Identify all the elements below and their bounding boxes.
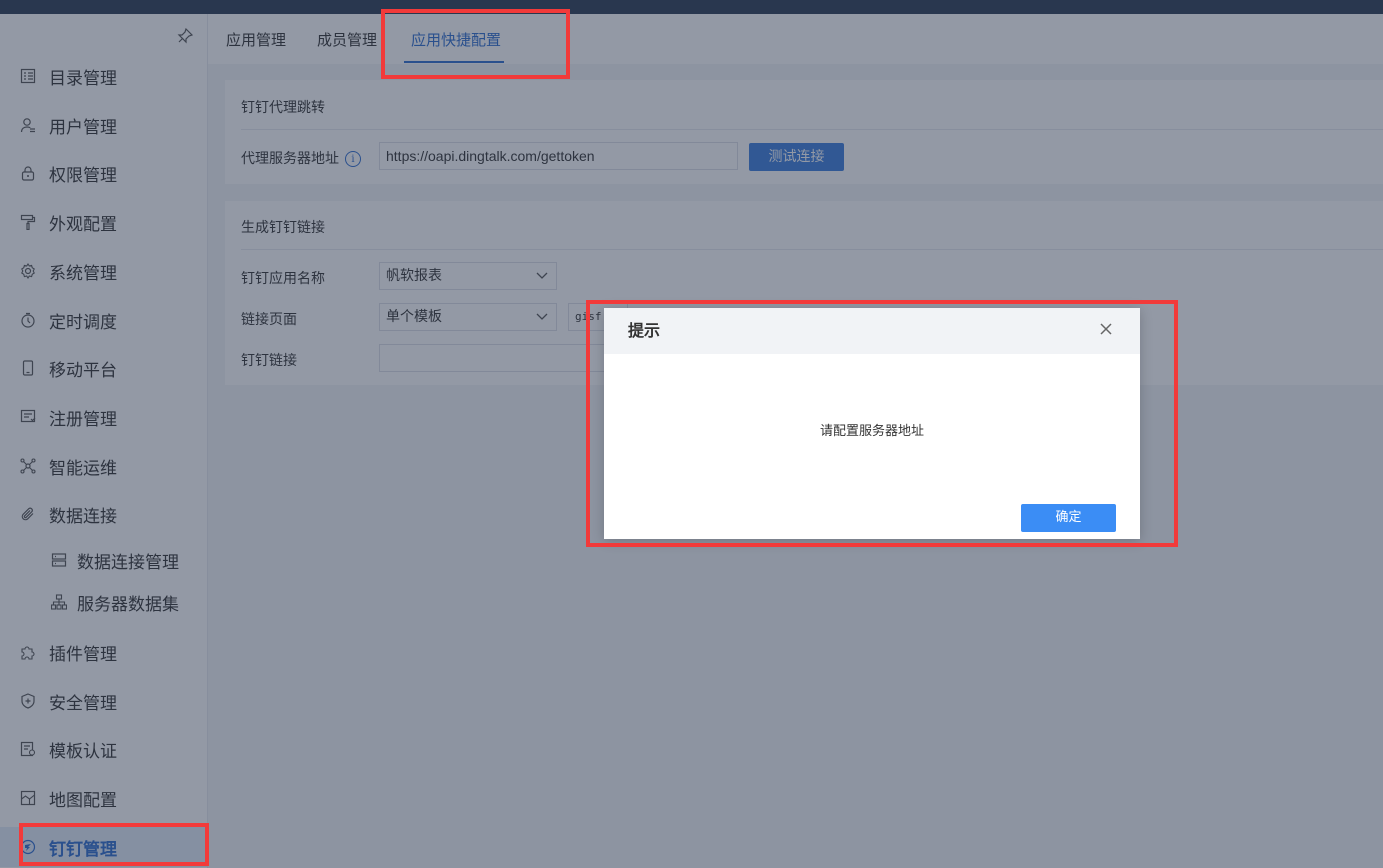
confirm-button[interactable]: 确定 <box>1021 504 1116 532</box>
dialog-title: 提示 <box>628 321 661 340</box>
alert-dialog: 提示 请配置服务器地址 确定 <box>604 308 1140 539</box>
dialog-header: 提示 <box>604 308 1140 354</box>
dialog-message: 请配置服务器地址 <box>819 424 924 439</box>
close-icon[interactable] <box>1096 321 1116 341</box>
